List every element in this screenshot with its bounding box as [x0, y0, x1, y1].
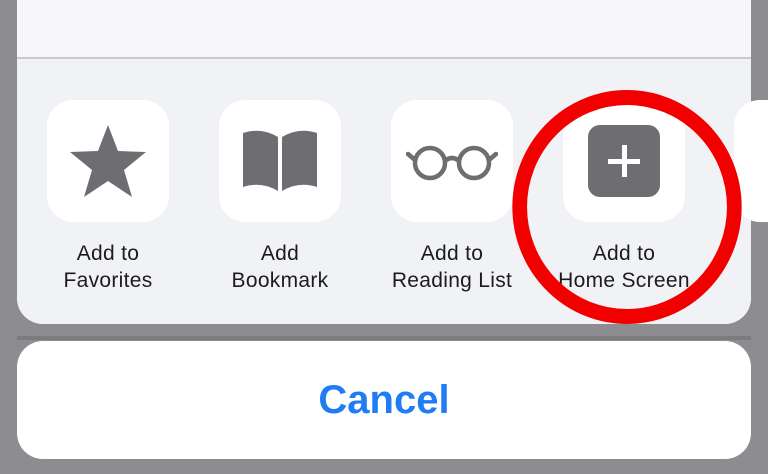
share-sheet-screen: Add to Favorites Add Bookmark Add to Rea… [0, 0, 768, 474]
cancel-label: Cancel [318, 377, 450, 422]
favorites-label: Add to Favorites [63, 242, 153, 292]
action-add-to-reading-list[interactable]: Add to Reading List [367, 100, 537, 294]
favorites-tile[interactable] [47, 100, 169, 222]
reading-list-tile[interactable] [391, 100, 513, 222]
home-screen-tile[interactable] [563, 100, 685, 222]
action-add-to-favorites[interactable]: Add to Favorites [23, 100, 193, 294]
action-add-bookmark[interactable]: Add Bookmark [195, 100, 365, 294]
reading-list-label: Add to Reading List [391, 242, 513, 292]
bookmark-tile[interactable] [219, 100, 341, 222]
bookmark-label: Add Bookmark [231, 242, 329, 292]
home-screen-label: Add to Home Screen [558, 242, 690, 292]
plus-square-icon [588, 125, 660, 197]
cancel-button[interactable]: Cancel [17, 341, 751, 459]
partial-next-action-tile[interactable] [734, 100, 768, 222]
sheet-gap [17, 336, 751, 340]
share-sheet-top-row [17, 0, 751, 58]
star-icon [70, 125, 146, 197]
book-icon [243, 130, 317, 191]
glasses-icon [406, 145, 498, 181]
action-add-to-home-screen[interactable]: Add to Home Screen [539, 100, 709, 294]
